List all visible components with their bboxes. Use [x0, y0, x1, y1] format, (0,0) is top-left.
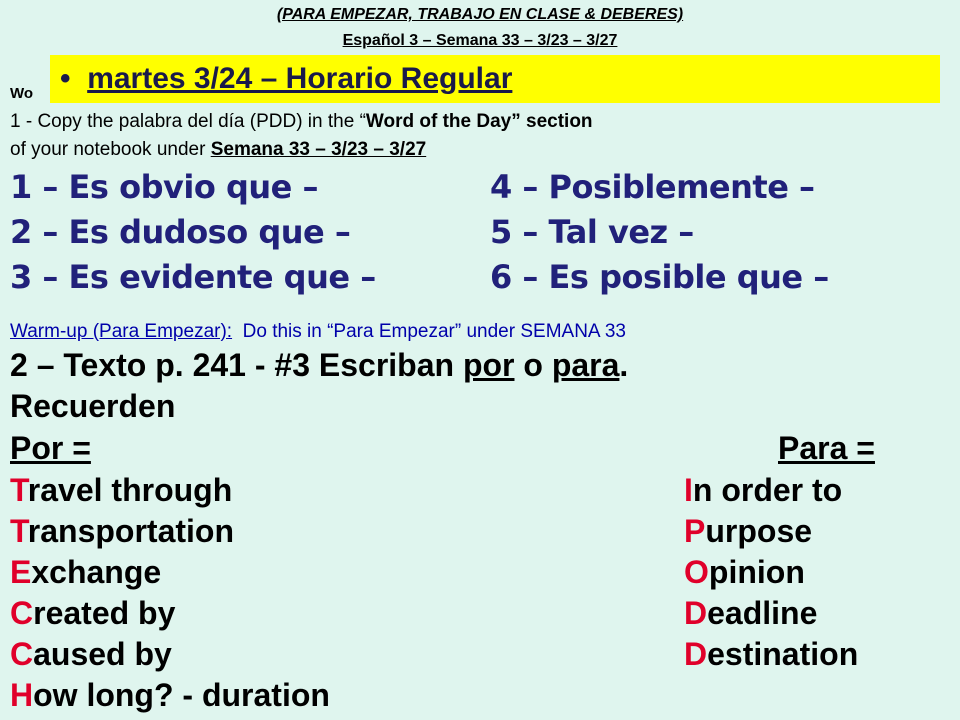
para-item: Opinion	[684, 554, 805, 590]
warmup-task: 2 – Texto p. 241 - #3 Escriban por o par…	[10, 347, 629, 383]
para-item: Deadline	[684, 595, 818, 631]
header-title: (PARA EMPEZAR, TRABAJO EN CLASE & DEBERE…	[276, 6, 684, 23]
warmup-label: Warm-up (Para Empezar):	[10, 321, 233, 342]
por-item: Caused by	[10, 636, 172, 672]
warmup-line: Warm-up (Para Empezar): Do this in “Para…	[10, 321, 626, 343]
pdd-item-6: 6 – Es posible que –	[490, 258, 829, 296]
por-item: Exchange	[10, 554, 162, 590]
por-item: How long? - duration	[10, 677, 330, 713]
pdd-item-2: 2 – Es dudoso que –	[10, 213, 351, 251]
por-item: Created by	[10, 595, 176, 631]
por-heading: Por =	[10, 430, 91, 466]
pdd-instruction-line1: 1 - Copy the palabra del día (PDD) in th…	[10, 111, 593, 132]
recuerden-label: Recuerden	[10, 388, 176, 424]
pdd-item-1: 1 – Es obvio que –	[10, 168, 318, 206]
por-item: Travel through	[10, 472, 233, 508]
para-item: Purpose	[684, 513, 813, 549]
pdd-item-3: 3 – Es evidente que –	[10, 258, 376, 296]
para-item: In order to	[684, 472, 843, 508]
para-item: Destination	[684, 636, 859, 672]
word-of-day-heading: Wo	[10, 85, 34, 102]
warmup-instruction: Do this in “Para Empezar” under SEMANA 3…	[242, 321, 626, 342]
bullet-icon: •	[60, 62, 71, 95]
banner-label: martes 3/24 – Horario Regular	[87, 62, 513, 95]
pdd-item-5: 5 – Tal vez –	[490, 213, 694, 251]
date-banner-text: • martes 3/24 – Horario Regular	[60, 62, 512, 96]
pdd-item-4: 4 – Posiblemente –	[490, 168, 815, 206]
para-heading: Para =	[778, 430, 875, 466]
pdd-instruction-line2: of your notebook under Semana 33 – 3/23 …	[10, 139, 427, 160]
header-week: Español 3 – Semana 33 – 3/23 – 3/27	[342, 32, 618, 49]
por-item: Transportation	[10, 513, 235, 549]
